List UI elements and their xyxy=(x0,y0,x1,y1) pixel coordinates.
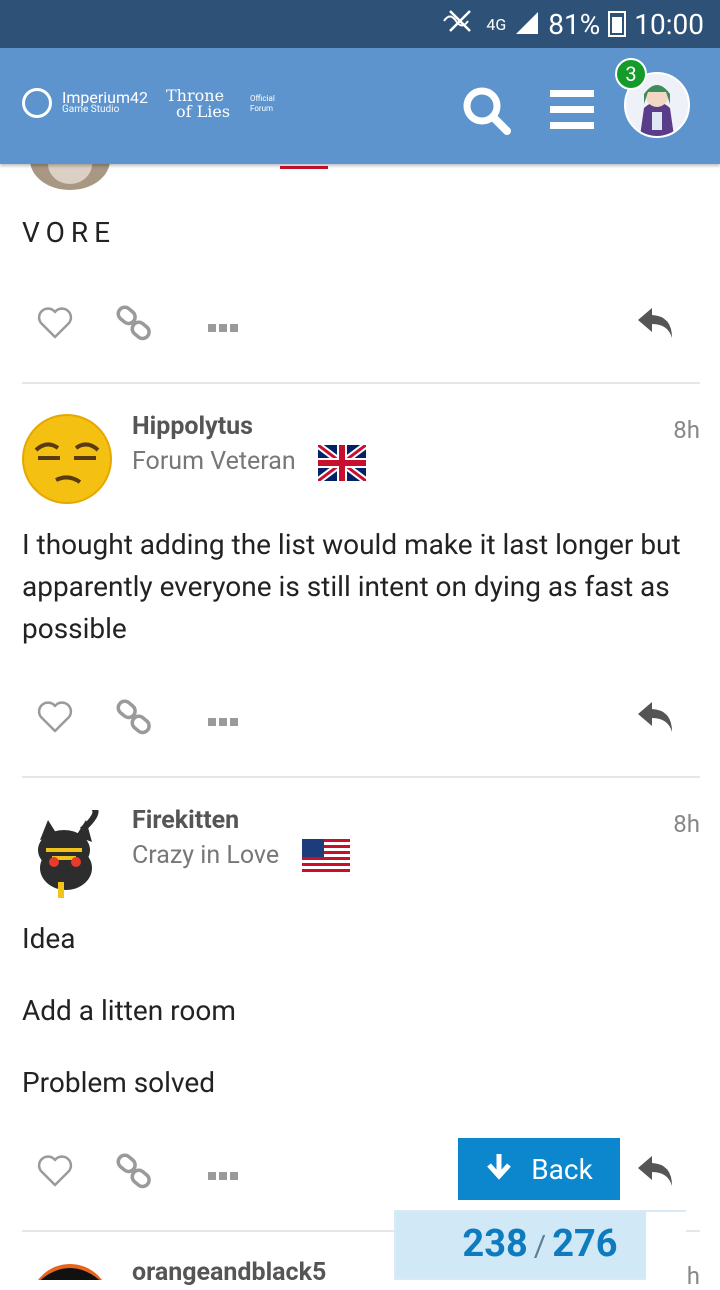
reply-icon[interactable] xyxy=(636,306,676,346)
post-author[interactable]: Hippolytus xyxy=(132,412,253,441)
official-line2: Forum xyxy=(250,104,274,113)
uk-flag-icon xyxy=(315,442,369,485)
share-link-icon[interactable] xyxy=(114,1152,154,1196)
throne-logo-line2: of Lies xyxy=(176,102,231,121)
reply-icon[interactable] xyxy=(636,700,676,740)
back-button[interactable]: Back xyxy=(458,1138,620,1200)
avatar[interactable] xyxy=(22,414,112,508)
more-options-icon[interactable] xyxy=(208,1166,238,1185)
official-line1: Official xyxy=(250,94,275,103)
post-body: VORE xyxy=(22,216,117,249)
progress-total: 276 xyxy=(552,1222,618,1266)
more-options-icon[interactable] xyxy=(208,712,238,731)
avatar[interactable] xyxy=(22,805,112,906)
logo-name: Imperium42 xyxy=(62,88,148,107)
progress-counter[interactable]: 238/276 xyxy=(394,1222,686,1266)
arrow-down-icon xyxy=(485,1152,513,1187)
post-author[interactable]: orangeandblack5 xyxy=(132,1258,326,1287)
status-bar: 4G 81% 10:00 xyxy=(0,0,720,48)
logo-subtitle: Game Studio xyxy=(62,104,120,115)
post-body-line: Problem solved xyxy=(22,1066,215,1099)
progress-current: 238 xyxy=(462,1222,528,1266)
forum-header: Imperium42 Game Studio Throne of Lies Of… xyxy=(0,48,720,164)
reply-icon[interactable] xyxy=(636,1154,676,1194)
imperium-logo-icon xyxy=(22,88,52,118)
user-title: Crazy in Love xyxy=(132,841,280,870)
post-time[interactable]: h xyxy=(687,1262,700,1290)
post-body-line: Add a litten room xyxy=(22,994,236,1027)
battery-percent: 81% xyxy=(548,7,601,41)
mute-icon xyxy=(442,8,478,41)
avatar[interactable] xyxy=(28,1262,112,1280)
clock: 10:00 xyxy=(634,7,704,41)
imperium42-logo[interactable]: Imperium42 Game Studio xyxy=(22,88,148,118)
back-button-label: Back xyxy=(531,1152,593,1186)
post-time[interactable]: 8h xyxy=(673,416,700,444)
post-time[interactable]: 8h xyxy=(673,810,700,838)
throne-of-lies-logo[interactable]: Throne of Lies xyxy=(166,88,230,120)
official-forum-label: Official Forum xyxy=(250,94,275,114)
share-link-icon[interactable] xyxy=(114,698,154,742)
share-link-icon[interactable] xyxy=(114,304,154,348)
network-type: 4G xyxy=(486,14,507,34)
progress-separator: / xyxy=(533,1229,547,1264)
post-divider xyxy=(22,776,700,778)
notification-badge[interactable]: 3 xyxy=(615,58,647,90)
search-icon[interactable] xyxy=(460,84,512,136)
battery-icon xyxy=(608,11,627,37)
more-options-icon[interactable] xyxy=(208,318,238,337)
post-author[interactable]: Firekitten xyxy=(132,806,239,835)
post-divider xyxy=(22,382,700,384)
us-flag-icon xyxy=(302,839,350,879)
post-body: I thought adding the list would make it … xyxy=(22,528,681,645)
user-title: Forum Veteran xyxy=(132,447,296,476)
like-button[interactable] xyxy=(36,304,74,346)
signal-icon xyxy=(514,8,540,41)
like-button[interactable] xyxy=(36,1152,74,1194)
post-body-line: Idea xyxy=(22,922,76,955)
hamburger-menu-icon[interactable] xyxy=(548,84,600,136)
like-button[interactable] xyxy=(36,698,74,740)
